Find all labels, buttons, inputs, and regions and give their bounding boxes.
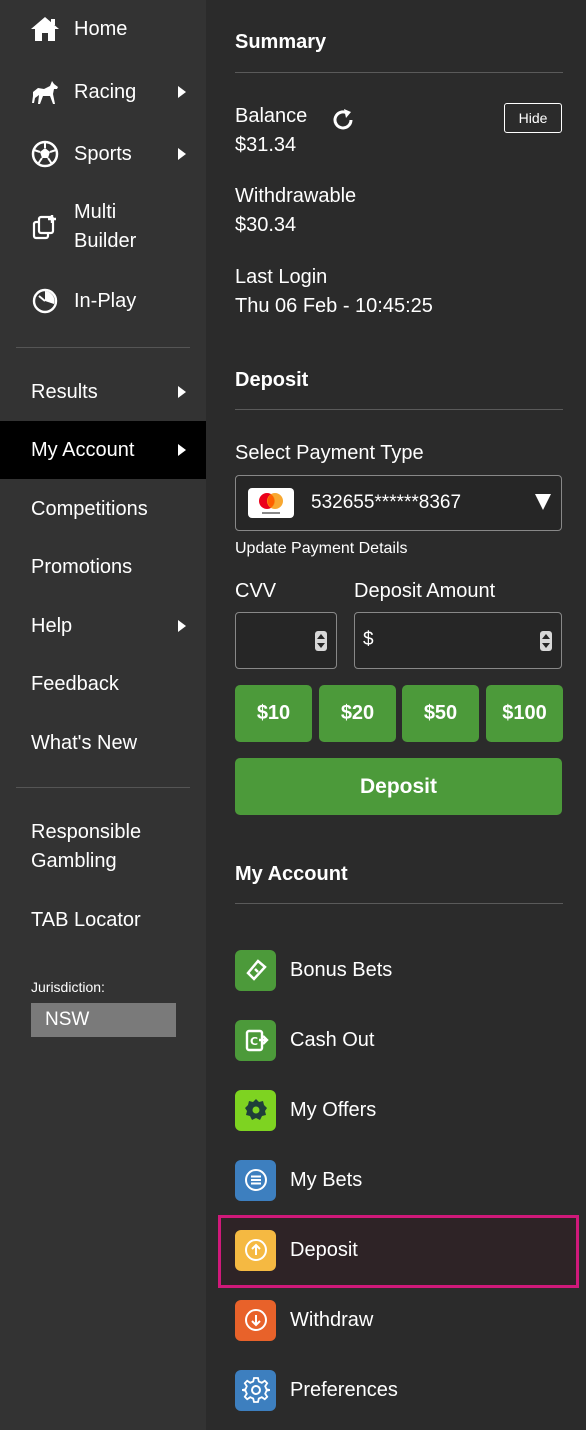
svg-text:C: C bbox=[250, 1035, 258, 1048]
chevron-right-icon bbox=[178, 148, 186, 160]
sidebar-item-tab-locator[interactable]: TAB Locator bbox=[0, 903, 206, 937]
sidebar-item-label: My Account bbox=[31, 438, 135, 461]
chevron-right-icon bbox=[178, 444, 186, 456]
chevron-right-icon bbox=[178, 386, 186, 398]
sidebar-item-feedback[interactable]: Feedback bbox=[0, 667, 206, 701]
number-stepper-icon[interactable] bbox=[315, 631, 327, 651]
jurisdiction-label: Jurisdiction: bbox=[31, 979, 105, 995]
account-item-label: Bonus Bets bbox=[290, 958, 393, 981]
withdrawable-value: $30.34 bbox=[235, 214, 297, 236]
sidebar-item-results[interactable]: Results bbox=[0, 375, 206, 409]
cvv-label: CVV bbox=[235, 580, 277, 602]
sidebar-item-label: Feedback bbox=[31, 672, 119, 695]
account-item-preferences[interactable]: Preferences bbox=[235, 1368, 565, 1412]
sidebar-item-racing[interactable]: Racing bbox=[0, 75, 206, 109]
deposit-submit-button[interactable]: Deposit bbox=[235, 758, 562, 815]
horse-icon bbox=[30, 77, 60, 107]
sidebar-item-competitions[interactable]: Competitions bbox=[0, 492, 206, 526]
sidebar-divider bbox=[16, 347, 190, 348]
sidebar-item-label: Home bbox=[74, 17, 128, 40]
stopwatch-icon bbox=[30, 286, 60, 316]
account-item-label: Deposit bbox=[290, 1238, 358, 1261]
soccer-ball-icon bbox=[30, 139, 60, 169]
sidebar-item-label: Racing bbox=[74, 80, 137, 103]
payment-type-label: Select Payment Type bbox=[235, 442, 424, 464]
chevron-right-icon bbox=[178, 620, 186, 632]
sidebar-item-label: Results bbox=[31, 380, 98, 403]
sidebar-item-label: Multi Builder bbox=[74, 201, 137, 252]
account-item-label: My Offers bbox=[290, 1098, 377, 1121]
sidebar-item-my-account[interactable]: My Account bbox=[0, 421, 206, 479]
multi-builder-icon bbox=[30, 212, 60, 242]
sidebar-item-help[interactable]: Help bbox=[0, 609, 206, 643]
sidebar-item-label: Help bbox=[31, 614, 73, 637]
mastercard-icon bbox=[248, 488, 294, 518]
sidebar-item-label: Competitions bbox=[31, 497, 148, 520]
sidebar-item-label: Responsible Gambling bbox=[31, 821, 142, 872]
my-account-title: My Account bbox=[235, 863, 348, 885]
quick-amount-100-button[interactable]: $100 bbox=[486, 685, 563, 742]
sidebar-item-label: What's New bbox=[31, 731, 138, 754]
sidebar-item-promotions[interactable]: Promotions bbox=[0, 550, 206, 584]
account-item-cash-out[interactable]: C Cash Out bbox=[235, 1018, 565, 1062]
account-item-label: Withdraw bbox=[290, 1308, 374, 1331]
last-login-value: Thu 06 Feb - 10:45:25 bbox=[235, 295, 433, 317]
sidebar-item-responsible-gambling[interactable]: Responsible Gambling bbox=[0, 818, 206, 876]
bonus-ticket-icon bbox=[235, 949, 276, 991]
sidebar-item-whats-new[interactable]: What's New bbox=[0, 726, 206, 760]
balance-value: $31.34 bbox=[235, 134, 297, 156]
section-divider bbox=[235, 72, 563, 73]
sidebar-item-sports[interactable]: Sports bbox=[0, 137, 206, 171]
payment-type-select[interactable]: 532655******8367 bbox=[235, 475, 562, 531]
balance-label: Balance bbox=[235, 105, 308, 127]
refresh-icon[interactable] bbox=[330, 107, 356, 133]
gear-icon bbox=[235, 1369, 276, 1411]
account-item-label: Cash Out bbox=[290, 1028, 375, 1051]
account-item-my-offers[interactable]: My Offers bbox=[235, 1088, 565, 1132]
account-item-withdraw[interactable]: Withdraw bbox=[235, 1298, 565, 1342]
home-icon bbox=[30, 14, 60, 44]
sidebar-divider bbox=[16, 787, 190, 788]
sidebar-item-home[interactable]: Home bbox=[0, 12, 206, 46]
account-item-bonus-bets[interactable]: Bonus Bets bbox=[235, 948, 565, 992]
account-item-label: Preferences bbox=[290, 1378, 398, 1401]
payment-type-value: 532655******8367 bbox=[311, 492, 462, 513]
summary-title: Summary bbox=[235, 31, 327, 53]
account-item-my-bets[interactable]: My Bets bbox=[235, 1158, 565, 1202]
withdrawable-label: Withdrawable bbox=[235, 185, 357, 207]
sidebar: Home Racing Sports Multi Builder In-Play… bbox=[0, 0, 206, 1430]
offers-badge-icon bbox=[235, 1089, 276, 1131]
sidebar-item-label: Promotions bbox=[31, 555, 133, 578]
sidebar-item-multi-builder[interactable]: Multi Builder bbox=[0, 198, 206, 256]
deposit-title: Deposit bbox=[235, 369, 309, 391]
deposit-amount-label: Deposit Amount bbox=[354, 580, 496, 602]
cvv-input[interactable] bbox=[235, 612, 337, 669]
account-item-label: My Bets bbox=[290, 1168, 363, 1191]
currency-prefix: $ bbox=[363, 629, 374, 650]
list-icon bbox=[235, 1159, 276, 1201]
quick-amount-50-button[interactable]: $50 bbox=[402, 685, 479, 742]
account-item-deposit[interactable]: Deposit bbox=[235, 1228, 565, 1272]
sidebar-item-label: In-Play bbox=[74, 289, 137, 312]
sidebar-item-in-play[interactable]: In-Play bbox=[0, 284, 206, 318]
caret-down-icon bbox=[535, 494, 551, 510]
last-login-label: Last Login bbox=[235, 266, 328, 288]
hide-balance-button[interactable]: Hide bbox=[504, 103, 562, 133]
jurisdiction-select[interactable]: NSW bbox=[31, 1003, 176, 1037]
arrow-down-circle-icon bbox=[235, 1299, 276, 1341]
cash-out-icon: C bbox=[235, 1019, 276, 1061]
quick-amount-10-button[interactable]: $10 bbox=[235, 685, 312, 742]
sidebar-item-label: TAB Locator bbox=[31, 908, 141, 931]
section-divider bbox=[235, 409, 563, 410]
chevron-right-icon bbox=[178, 86, 186, 98]
number-stepper-icon[interactable] bbox=[540, 631, 552, 651]
sidebar-item-label: Sports bbox=[74, 142, 132, 165]
arrow-up-circle-icon bbox=[235, 1229, 276, 1271]
update-payment-link[interactable]: Update Payment Details bbox=[235, 540, 408, 558]
quick-amount-20-button[interactable]: $20 bbox=[319, 685, 396, 742]
deposit-amount-input[interactable]: $ bbox=[354, 612, 562, 669]
section-divider bbox=[235, 903, 563, 904]
